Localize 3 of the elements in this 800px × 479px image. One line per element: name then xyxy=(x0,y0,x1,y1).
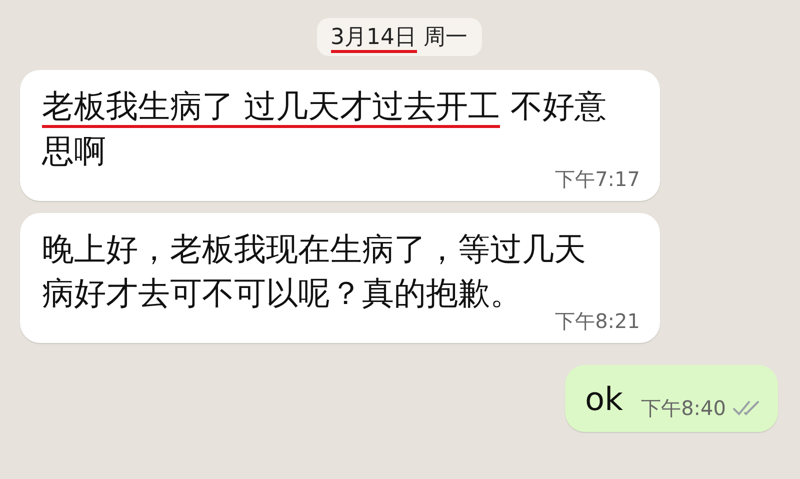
message-text: ok xyxy=(584,379,624,420)
message-time: 下午8:40 xyxy=(641,394,726,422)
date-label: 3月14日 周一 xyxy=(316,18,482,56)
